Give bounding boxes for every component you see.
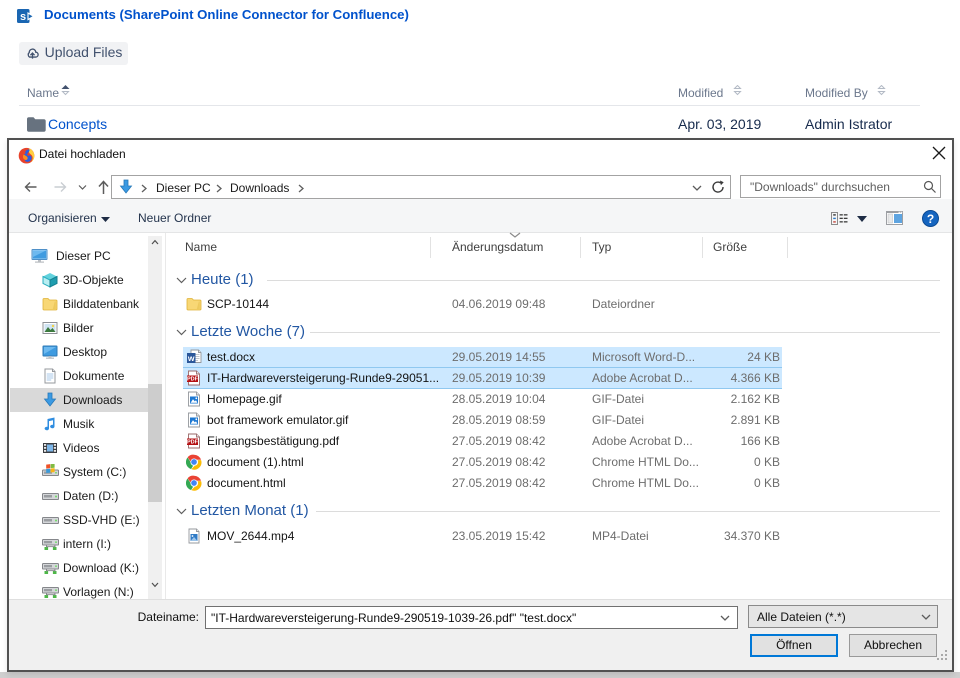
svg-text:?: ? xyxy=(927,212,934,226)
svg-text:PDF: PDF xyxy=(187,440,199,446)
svg-text:PDF: PDF xyxy=(187,377,199,383)
svg-text:w: w xyxy=(187,353,195,363)
svg-text:s: s xyxy=(20,11,26,23)
